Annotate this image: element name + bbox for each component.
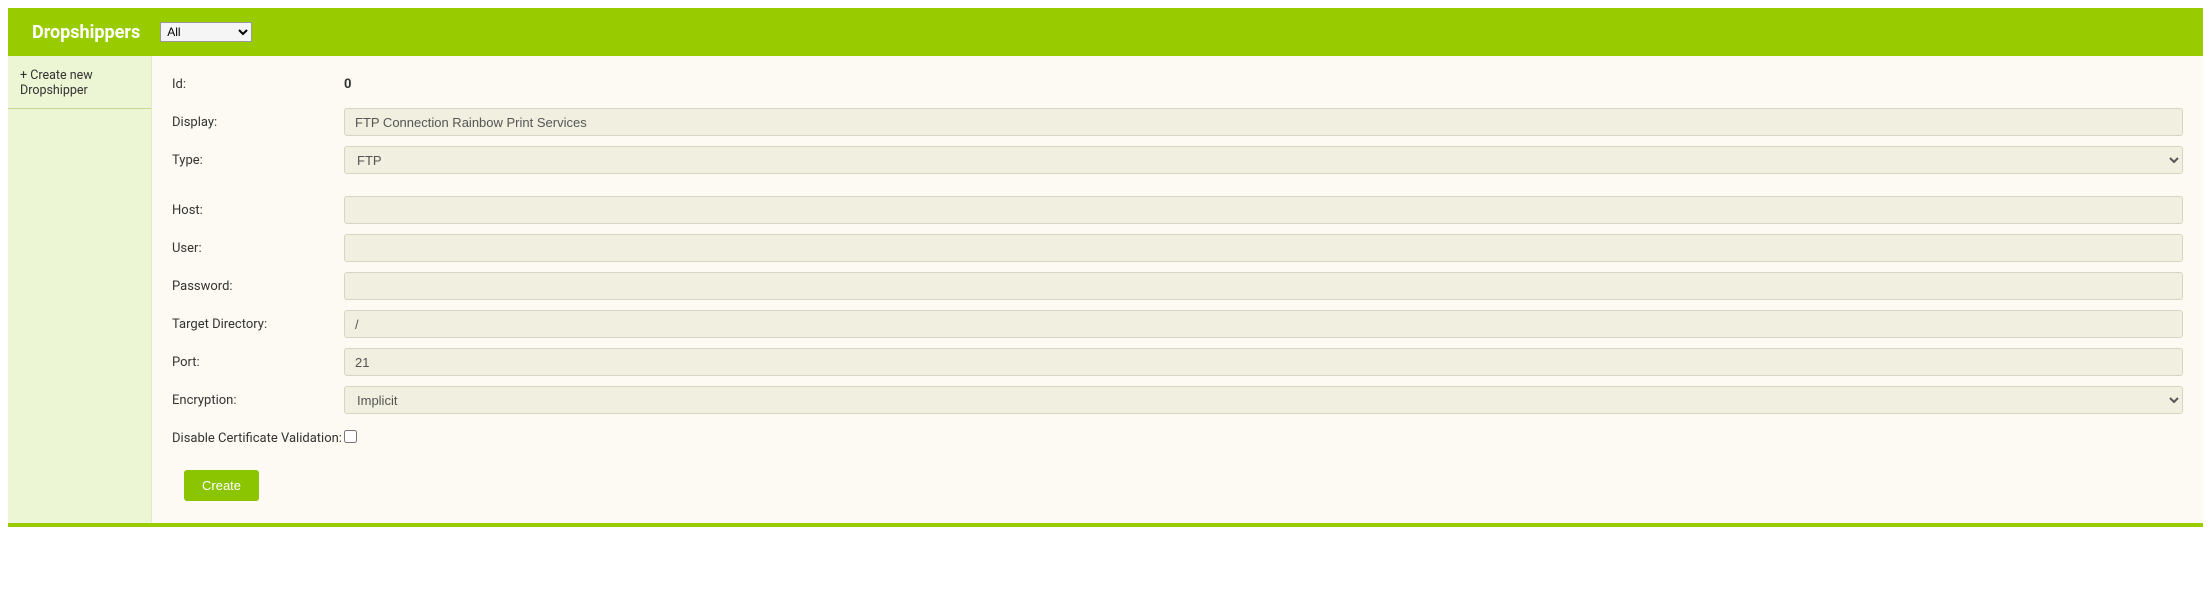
- user-input[interactable]: [344, 234, 2183, 262]
- page-header: Dropshippers All: [8, 8, 2203, 56]
- target-directory-input[interactable]: [344, 310, 2183, 338]
- sidebar: + Create new Dropshipper: [8, 56, 152, 523]
- host-input[interactable]: [344, 196, 2183, 224]
- display-label: Display:: [172, 115, 344, 130]
- target-directory-label: Target Directory:: [172, 317, 344, 332]
- display-input[interactable]: [344, 108, 2183, 136]
- port-input[interactable]: [344, 348, 2183, 376]
- port-label: Port:: [172, 355, 344, 370]
- id-label: Id:: [172, 77, 344, 92]
- form-panel: Id: 0 Display: Type: FTP Host:: [152, 56, 2203, 523]
- footer-accent: [8, 523, 2203, 527]
- type-label: Type:: [172, 153, 344, 168]
- type-select[interactable]: FTP: [344, 146, 2183, 174]
- password-input[interactable]: [344, 272, 2183, 300]
- filter-select[interactable]: All: [160, 22, 252, 42]
- page-title: Dropshippers: [32, 22, 140, 43]
- disable-cert-checkbox[interactable]: [344, 430, 357, 443]
- create-button[interactable]: Create: [184, 470, 259, 501]
- disable-cert-label: Disable Certificate Validation:: [172, 431, 344, 446]
- host-label: Host:: [172, 203, 344, 218]
- encryption-select[interactable]: Implicit: [344, 386, 2183, 414]
- password-label: Password:: [172, 279, 344, 294]
- encryption-label: Encryption:: [172, 393, 344, 408]
- id-value: 0: [344, 77, 2183, 92]
- user-label: User:: [172, 241, 344, 256]
- create-new-dropshipper-link[interactable]: + Create new Dropshipper: [8, 56, 151, 109]
